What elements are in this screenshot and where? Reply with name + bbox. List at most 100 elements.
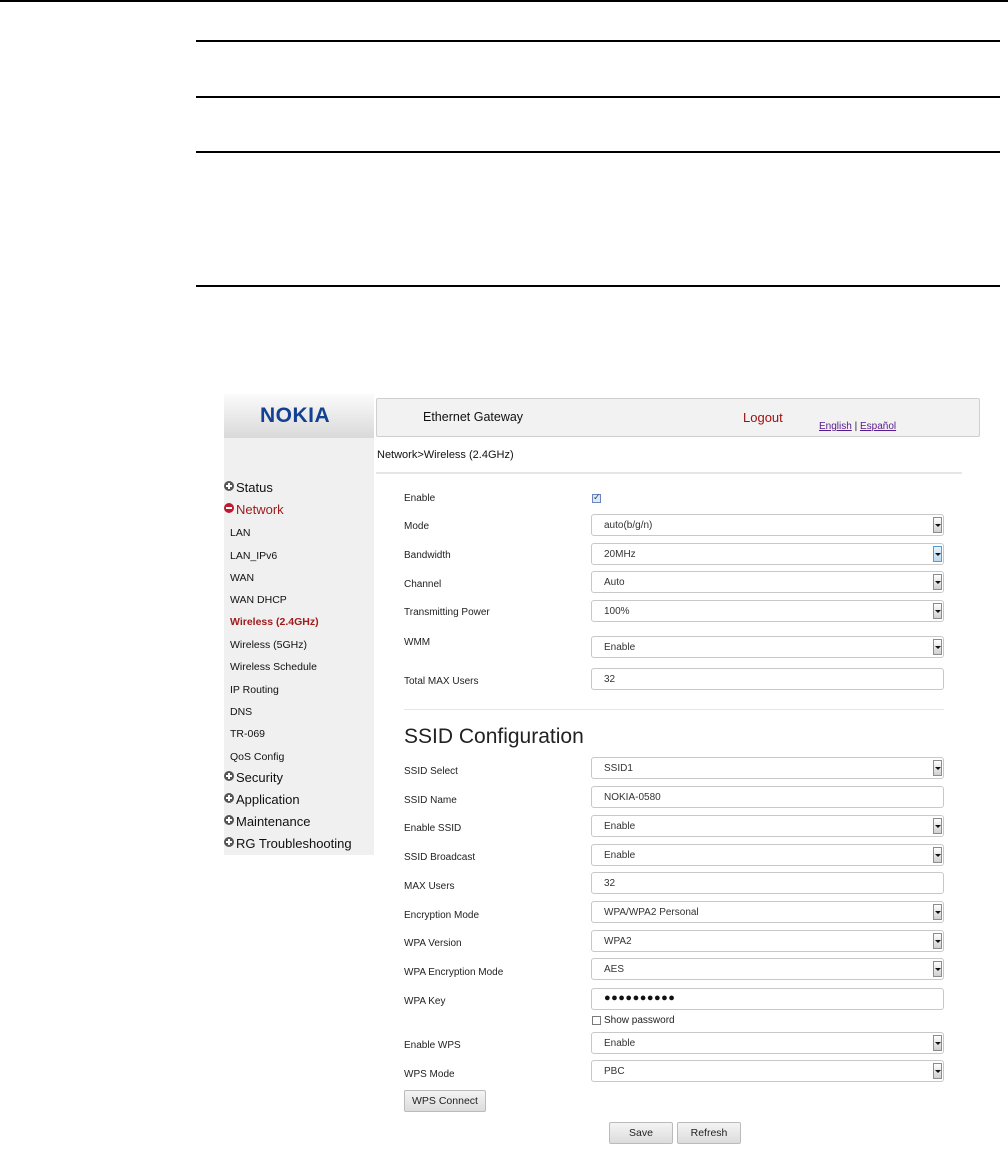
wpa-key-input[interactable]: ●●●●●●●●●● xyxy=(591,988,944,1010)
logo-area: NOKIA xyxy=(224,394,374,438)
sidebar-item-lan[interactable]: LAN xyxy=(230,527,250,539)
max-users-input[interactable]: 32 xyxy=(591,872,944,894)
sidebar-item-rg-troubleshooting[interactable]: RG Troubleshooting xyxy=(224,836,352,851)
save-button[interactable]: Save xyxy=(609,1122,673,1144)
logout-link[interactable]: Logout xyxy=(743,410,783,425)
dropdown-arrow-icon xyxy=(933,760,942,776)
dropdown-arrow-icon xyxy=(933,904,942,920)
transmitting-power-label: Transmitting Power xyxy=(404,607,490,618)
encryption-mode-select[interactable]: WPA/WPA2 Personal xyxy=(591,901,944,923)
section-divider xyxy=(404,709,944,710)
sidebar-item-wan-dhcp[interactable]: WAN DHCP xyxy=(230,594,287,606)
show-password-label: Show password xyxy=(604,1015,675,1026)
sidebar-item-label: Security xyxy=(236,770,283,785)
sidebar-item-wireless-5ghz[interactable]: Wireless (5GHz) xyxy=(230,639,307,651)
ssid-name-value: NOKIA-0580 xyxy=(604,792,661,803)
expand-icon xyxy=(224,814,234,825)
breadcrumb-divider xyxy=(376,472,962,474)
transmitting-power-value: 100% xyxy=(604,606,630,617)
bandwidth-value: 20MHz xyxy=(604,549,636,560)
sidebar-item-ip-routing[interactable]: IP Routing xyxy=(230,684,279,696)
bandwidth-select[interactable]: 20MHz xyxy=(591,543,944,565)
sidebar-item-application[interactable]: Application xyxy=(224,792,300,807)
mode-value: auto(b/g/n) xyxy=(604,520,653,531)
divider-rule xyxy=(196,151,1000,153)
page-top-rule xyxy=(0,0,1008,2)
channel-value: Auto xyxy=(604,577,625,588)
enable-checkbox[interactable] xyxy=(592,492,601,503)
sidebar-item-tr069[interactable]: TR-069 xyxy=(230,728,265,740)
wmm-select[interactable]: Enable xyxy=(591,636,944,658)
dropdown-arrow-icon xyxy=(933,818,942,834)
mode-select[interactable]: auto(b/g/n) xyxy=(591,514,944,536)
enable-label: Enable xyxy=(404,493,436,504)
ssid-section-title: SSID Configuration xyxy=(404,725,584,748)
enable-ssid-label: Enable SSID xyxy=(404,823,462,834)
dropdown-arrow-icon xyxy=(933,847,942,863)
transmitting-power-select[interactable]: 100% xyxy=(591,600,944,622)
dropdown-arrow-icon xyxy=(933,1063,942,1079)
ssid-select[interactable]: SSID1 xyxy=(591,757,944,779)
wpa-key-value: ●●●●●●●●●● xyxy=(604,992,676,1004)
ssid-name-input[interactable]: NOKIA-0580 xyxy=(591,786,944,808)
max-users-label: MAX Users xyxy=(404,881,455,892)
sidebar-item-label: Network xyxy=(236,502,284,517)
english-link[interactable]: English xyxy=(819,421,852,432)
sidebar-item-wan[interactable]: WAN xyxy=(230,572,254,584)
enable-ssid-value: Enable xyxy=(604,821,636,832)
dropdown-arrow-icon xyxy=(933,1035,942,1051)
encryption-mode-value: WPA/WPA2 Personal xyxy=(604,907,699,918)
sidebar-item-security[interactable]: Security xyxy=(224,770,283,785)
wpa-encryption-mode-label: WPA Encryption Mode xyxy=(404,967,504,978)
show-password-checkbox[interactable] xyxy=(592,1016,601,1025)
divider-rule xyxy=(196,285,1000,287)
wmm-value: Enable xyxy=(604,642,636,653)
wps-mode-select[interactable]: PBC xyxy=(591,1060,944,1082)
wpa-encryption-mode-value: AES xyxy=(604,964,625,975)
sidebar-item-network[interactable]: Network xyxy=(224,502,284,517)
total-max-users-label: Total MAX Users xyxy=(404,676,479,687)
enable-ssid-select[interactable]: Enable xyxy=(591,815,944,837)
bandwidth-label: Bandwidth xyxy=(404,550,451,561)
wps-mode-value: PBC xyxy=(604,1066,625,1077)
dropdown-arrow-icon xyxy=(933,517,942,533)
espanol-link[interactable]: Español xyxy=(860,421,896,432)
dropdown-arrow-icon xyxy=(933,546,942,562)
sidebar-item-wireless-schedule[interactable]: Wireless Schedule xyxy=(230,661,317,673)
sidebar-item-label: RG Troubleshooting xyxy=(236,836,352,851)
ssid-broadcast-label: SSID Broadcast xyxy=(404,852,476,863)
expand-icon xyxy=(224,770,234,781)
gateway-title: Ethernet Gateway xyxy=(423,410,524,424)
channel-select[interactable]: Auto xyxy=(591,571,944,593)
wpa-key-label: WPA Key xyxy=(404,996,446,1007)
enable-wps-value: Enable xyxy=(604,1038,636,1049)
sidebar-item-maintenance[interactable]: Maintenance xyxy=(224,814,310,829)
sidebar-item-status[interactable]: Status xyxy=(224,480,273,495)
sidebar-item-dns[interactable]: DNS xyxy=(230,706,252,718)
ssid-name-label: SSID Name xyxy=(404,795,457,806)
dropdown-arrow-icon xyxy=(933,603,942,619)
enable-wps-select[interactable]: Enable xyxy=(591,1032,944,1054)
wpa-version-value: WPA2 xyxy=(604,936,632,947)
wps-mode-label: WPS Mode xyxy=(404,1069,455,1080)
expand-icon xyxy=(224,792,234,803)
sidebar-item-lan-ipv6[interactable]: LAN_IPv6 xyxy=(230,550,277,562)
wmm-label: WMM xyxy=(404,637,431,648)
collapse-icon xyxy=(224,502,234,513)
sidebar-item-qos-config[interactable]: QoS Config xyxy=(230,751,284,763)
wpa-version-label: WPA Version xyxy=(404,938,462,949)
divider-rule xyxy=(196,96,1000,98)
refresh-button[interactable]: Refresh xyxy=(677,1122,741,1144)
header-bar: Ethernet Gateway Logout English | Españo… xyxy=(376,398,980,437)
wpa-version-select[interactable]: WPA2 xyxy=(591,930,944,952)
wps-connect-button[interactable]: WPS Connect xyxy=(404,1090,486,1112)
breadcrumb: Network>Wireless (2.4GHz) xyxy=(377,449,514,461)
dropdown-arrow-icon xyxy=(933,639,942,655)
wpa-encryption-mode-select[interactable]: AES xyxy=(591,958,944,980)
language-separator: | xyxy=(854,421,858,432)
ssid-broadcast-select[interactable]: Enable xyxy=(591,844,944,866)
sidebar-item-wireless-24ghz[interactable]: Wireless (2.4GHz) xyxy=(230,616,319,628)
dropdown-arrow-icon xyxy=(933,574,942,590)
enable-wps-label: Enable WPS xyxy=(404,1040,461,1051)
total-max-users-input[interactable]: 32 xyxy=(591,668,944,690)
